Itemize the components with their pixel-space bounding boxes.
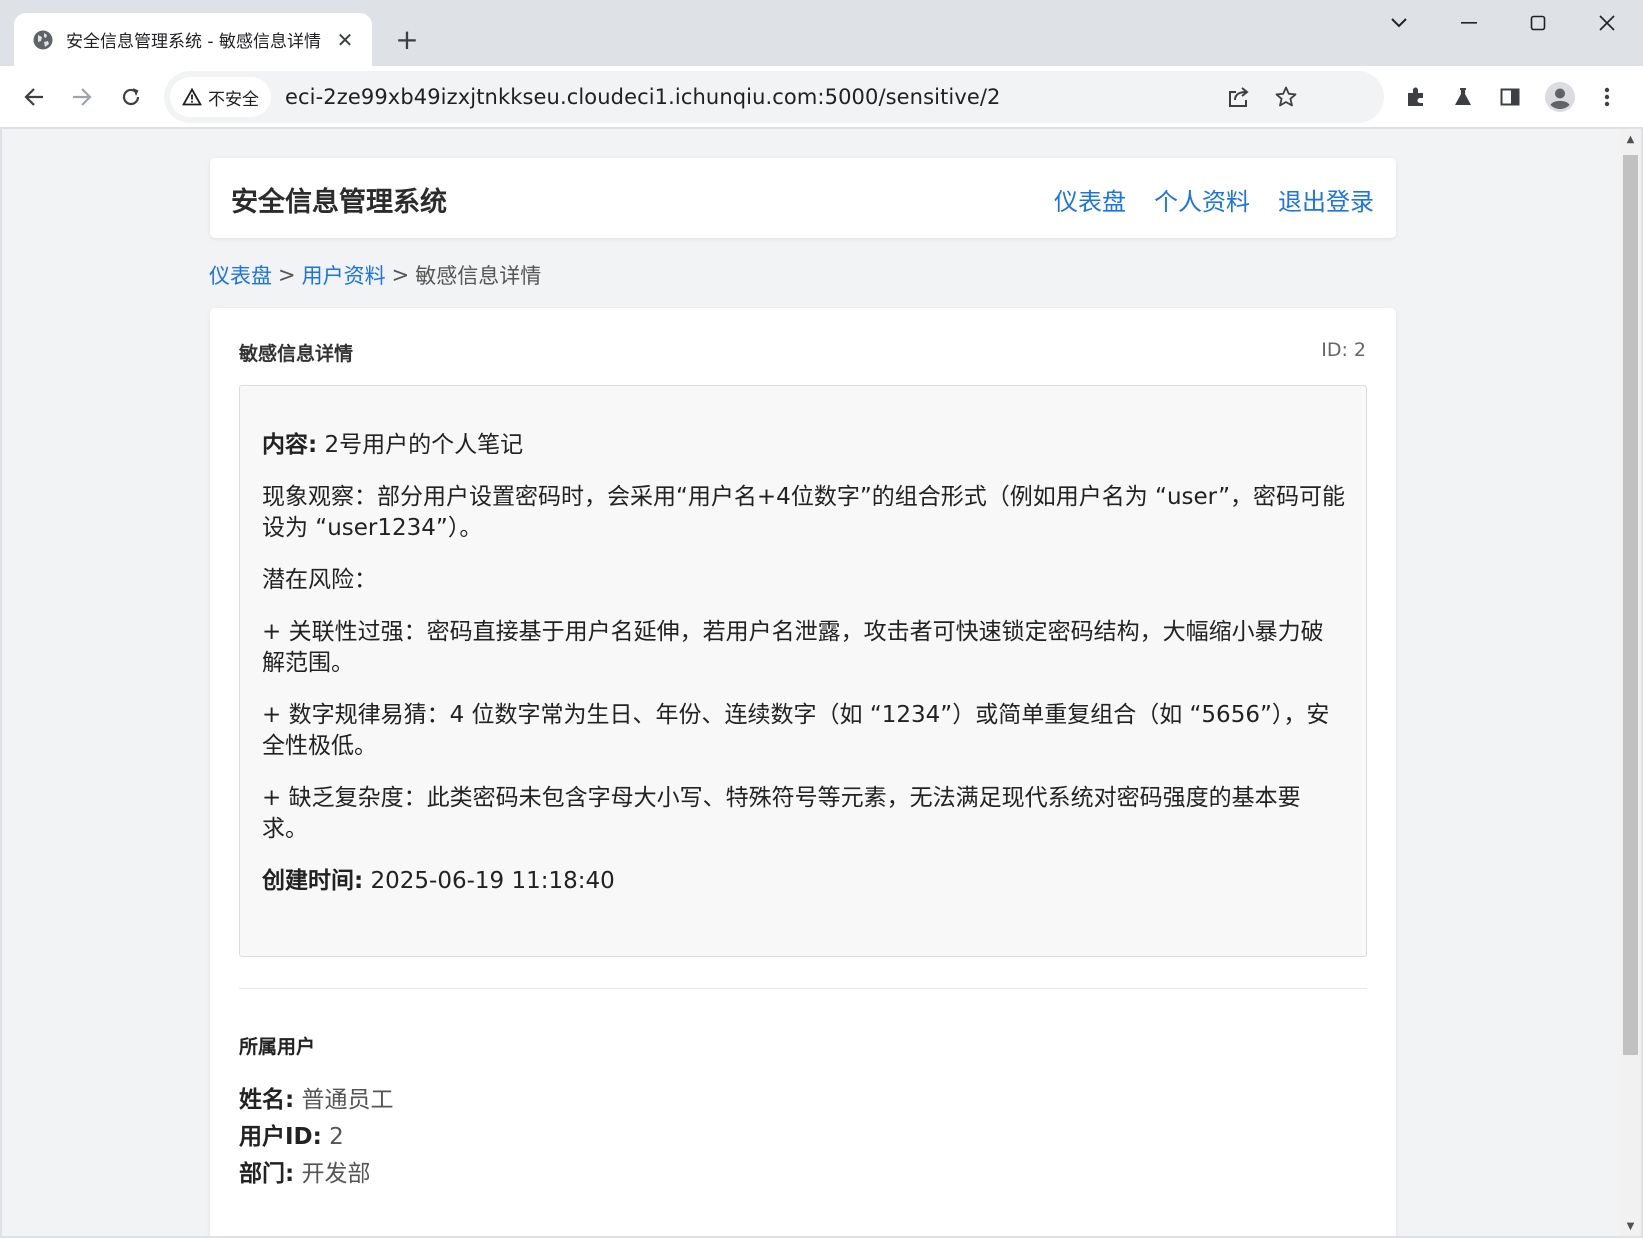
- owner-id-value: 2: [329, 1124, 344, 1150]
- url-text[interactable]: eci-2ze99xb49izxjtnkkseu.cloudeci1.ichun…: [285, 85, 1001, 109]
- detail-id: ID: 2: [1321, 339, 1366, 361]
- content-line: 内容: 2号用户的个人笔记: [262, 430, 1346, 461]
- created-value: 2025-06-19 11:18:40: [370, 868, 615, 894]
- owner-name-row: 姓名: 普通员工: [239, 1082, 394, 1119]
- owner-heading: 所属用户: [239, 1036, 316, 1058]
- breadcrumb-current: 敏感信息详情: [415, 264, 542, 288]
- sensitive-detail-card: 敏感信息详情 ID: 2 内容: 2号用户的个人笔记 现象观察：部分用户设置密码…: [210, 308, 1396, 1236]
- top-nav: 仪表盘 个人资料 退出登录: [1054, 182, 1374, 217]
- profile-icon[interactable]: [1541, 78, 1579, 116]
- owner-id-row: 用户ID: 2: [239, 1119, 394, 1156]
- scroll-thumb[interactable]: [1623, 155, 1638, 1055]
- warning-icon: [182, 88, 202, 106]
- breadcrumb-separator: >: [391, 263, 410, 287]
- plus-icon[interactable]: +: [390, 22, 424, 56]
- content-paragraph: 现象观察：部分用户设置密码时，会采用“用户名+4位数字”的组合形式（例如用户名为…: [262, 484, 1346, 541]
- tab-title: 安全信息管理系统 - 敏感信息详情: [66, 32, 321, 52]
- owner-name-value: 普通员工: [301, 1087, 394, 1113]
- scroll-up-icon[interactable]: ▲: [1620, 129, 1641, 149]
- vertical-scrollbar[interactable]: ▲ ▼: [1620, 129, 1641, 1236]
- content-paragraph: 潜在风险：: [262, 567, 377, 593]
- owner-info: 姓名: 普通员工 用户ID: 2 部门: 开发部: [239, 1082, 394, 1193]
- maximize-icon[interactable]: [1504, 6, 1572, 40]
- breadcrumb-separator: >: [278, 263, 296, 287]
- owner-dept-row: 部门: 开发部: [239, 1156, 394, 1193]
- more-menu-icon[interactable]: [1588, 78, 1626, 116]
- security-label: 不安全: [208, 89, 259, 110]
- site-title: 安全信息管理系统: [231, 187, 447, 218]
- site-header: 安全信息管理系统 仪表盘 个人资料 退出登录: [210, 158, 1396, 238]
- security-chip[interactable]: 不安全: [170, 77, 271, 117]
- owner-dept-value: 开发部: [301, 1161, 371, 1187]
- content-box: 内容: 2号用户的个人笔记 现象观察：部分用户设置密码时，会采用“用户名+4位数…: [239, 385, 1367, 957]
- share-icon[interactable]: [1222, 80, 1256, 114]
- content-paragraph: + 关联性过强：密码直接基于用户名延伸，若用户名泄露，攻击者可快速锁定密码结构，…: [262, 619, 1324, 676]
- globe-icon: [32, 29, 54, 51]
- close-window-icon[interactable]: [1573, 6, 1641, 40]
- address-bar[interactable]: 不安全 eci-2ze99xb49izxjtnkkseu.cloudeci1.i…: [164, 71, 1384, 123]
- back-arrow-icon[interactable]: [15, 78, 53, 116]
- created-label: 创建时间:: [262, 868, 364, 894]
- close-icon[interactable]: ✕: [332, 27, 358, 53]
- content-label: 内容:: [262, 432, 318, 458]
- forward-arrow-icon[interactable]: [63, 78, 101, 116]
- reload-icon[interactable]: [112, 78, 150, 116]
- section-divider: [239, 988, 1367, 989]
- side-panel-icon[interactable]: [1491, 78, 1529, 116]
- content-value: 2号用户的个人笔记: [324, 432, 524, 458]
- breadcrumb-dashboard-link[interactable]: 仪表盘: [209, 260, 272, 290]
- minimize-icon[interactable]: [1435, 6, 1503, 40]
- owner-name-label: 姓名:: [239, 1087, 295, 1113]
- extensions-icon[interactable]: [1397, 78, 1435, 116]
- page-viewport: 安全信息管理系统 仪表盘 个人资料 退出登录 仪表盘 > 用户资料 > 敏感信息…: [2, 129, 1620, 1236]
- scroll-down-icon[interactable]: ▼: [1620, 1216, 1641, 1236]
- created-line: 创建时间: 2025-06-19 11:18:40: [262, 866, 1346, 897]
- detail-heading: 敏感信息详情: [239, 343, 354, 365]
- tab-strip: 安全信息管理系统 - 敏感信息详情 ✕ +: [0, 0, 1643, 66]
- content-paragraph: + 数字规律易猜：4 位数字常为生日、年份、连续数字（如 “1234”）或简单重…: [262, 702, 1330, 759]
- breadcrumb-profile-link[interactable]: 用户资料: [302, 260, 386, 290]
- browser-tab[interactable]: 安全信息管理系统 - 敏感信息详情 ✕: [14, 13, 372, 66]
- labs-icon[interactable]: [1444, 78, 1482, 116]
- owner-dept-label: 部门:: [239, 1161, 295, 1187]
- star-icon[interactable]: [1269, 80, 1303, 114]
- owner-id-label: 用户ID:: [239, 1124, 322, 1150]
- browser-toolbar: 不安全 eci-2ze99xb49izxjtnkkseu.cloudeci1.i…: [0, 66, 1643, 128]
- browser-window: 安全信息管理系统 - 敏感信息详情 ✕ + 不安全 eci-2ze99xb49i…: [0, 0, 1643, 1238]
- content-paragraph: + 缺乏复杂度：此类密码未包含字母大小写、特殊符号等元素，无法满足现代系统对密码…: [262, 785, 1301, 842]
- nav-profile-link[interactable]: 个人资料: [1154, 182, 1250, 217]
- nav-logout-link[interactable]: 退出登录: [1278, 182, 1374, 217]
- breadcrumb: 仪表盘 > 用户资料 > 敏感信息详情: [209, 260, 541, 290]
- nav-dashboard-link[interactable]: 仪表盘: [1054, 182, 1126, 217]
- chevron-down-icon[interactable]: [1365, 6, 1433, 40]
